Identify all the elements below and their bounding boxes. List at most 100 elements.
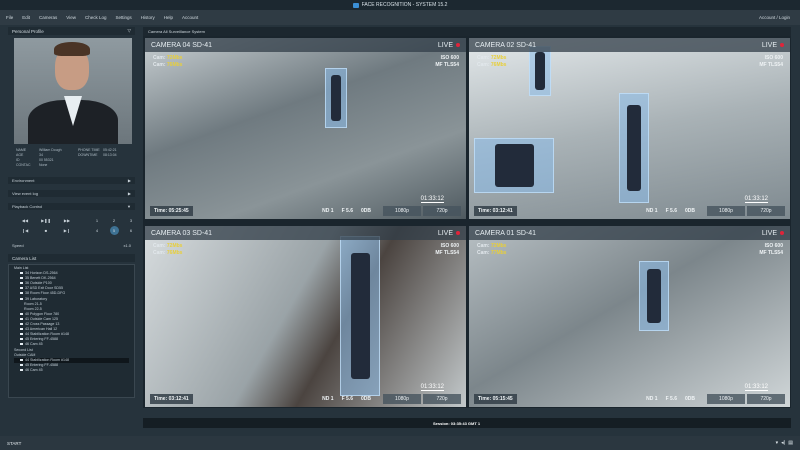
mf-value: MF TLS54 (435, 62, 459, 68)
resolution-720p-button[interactable]: 720p (423, 394, 461, 404)
profile-value: 34 (39, 153, 43, 157)
profile-label: NAME (16, 148, 27, 152)
mf-value: MF TLS54 (759, 62, 783, 68)
network-icon: ▾ (775, 440, 779, 446)
camera-icon (20, 338, 23, 341)
stop-button[interactable]: ■ (45, 228, 47, 233)
menu-item-view[interactable]: View (66, 15, 76, 20)
playback-control-panel[interactable]: Playback Control ▼ (8, 203, 135, 210)
camera-list-label: 44 Stabilization Room #148 (25, 357, 69, 362)
camera-list-label: 35 Benett DK-2564 (25, 276, 56, 281)
rewind-button[interactable]: ◀◀ (22, 218, 28, 223)
profile-value: 05:42:21 (103, 148, 117, 152)
live-label: LIVE (437, 41, 453, 49)
fast-forward-button[interactable]: ▶▶ (64, 218, 70, 223)
camera-icon (20, 368, 23, 371)
camera-list-label: 41 Outside Cam 125 (25, 316, 58, 321)
resolution-1080p-button[interactable]: 1080p (383, 206, 421, 216)
speed-row[interactable]: Speed x1.0 (8, 237, 135, 254)
menu-item-history[interactable]: History (141, 15, 155, 20)
resolution-720p-button[interactable]: 720p (747, 394, 785, 404)
camera-list-label: 42 Cross Passage 13 (25, 322, 60, 327)
start-button[interactable]: START (7, 441, 21, 446)
skip-back-button[interactable]: ❙◀ (22, 228, 28, 233)
profile-label: CONTAC (16, 163, 31, 167)
cam-label: Cam: (477, 250, 490, 256)
gain-value: 0DB (360, 396, 371, 402)
mf-value: MF TLS54 (759, 250, 783, 256)
menu-item-edit[interactable]: Edit (22, 15, 30, 20)
profile-label: DOWNTIME (78, 153, 98, 157)
bitrate-value: 72Mbs (166, 55, 183, 61)
menu-item-cameras[interactable]: Cameras (39, 15, 57, 20)
key-4[interactable]: 4 (96, 228, 98, 233)
camera-grid: CAMERA 04 SD-41 LIVE Cam: 72Mbs Cam: 76Mbs… (143, 36, 791, 408)
lens-info: ISO 600 MF TLS54 (435, 55, 459, 69)
camera-header: CAMERA 04 SD-41 LIVE (145, 38, 466, 52)
resolution-720p-button[interactable]: 720p (423, 206, 461, 216)
skip-forward-button[interactable]: ▶❙ (64, 228, 70, 233)
camera-icon (20, 358, 23, 361)
menu-bar: File Edit Cameras View Check Log Settings Hist… (0, 10, 800, 25)
camera-list[interactable]: Main List 34 Horizon DS-2564 35 Benett DK-… (8, 264, 135, 398)
account-login-link[interactable]: Account / Login (759, 15, 790, 20)
menu-item-check-log[interactable]: Check Log (85, 15, 107, 20)
resolution-1080p-button[interactable]: 1080p (707, 206, 745, 216)
timecode: 01:33:12 (744, 384, 768, 391)
camera-list-label: 46 Cam 45 (25, 367, 43, 372)
event-log-panel[interactable]: View event log ▶ (8, 190, 135, 197)
camera-list-label: Room 22-5 (24, 306, 42, 311)
cam-label: Cam: (153, 250, 166, 256)
menu-item-help[interactable]: Help (164, 15, 173, 20)
camera-feed[interactable]: CAMERA 04 SD-41 LIVE Cam: 72Mbs Cam: 76Mbs… (145, 38, 466, 219)
camera-footer: Time: 05:25:45 ND 1 F 5.6 0DB 1080p 720p (150, 206, 461, 216)
environment-panel[interactable]: Environment ▶ (8, 177, 135, 184)
menu-item-account[interactable]: Account (182, 15, 198, 20)
menu-item-file[interactable]: File (6, 15, 13, 20)
face-detection-box (474, 138, 554, 193)
cam-label: Cam: (153, 62, 166, 68)
key-2[interactable]: 2 (113, 218, 115, 223)
camera-name: CAMERA 01 SD-41 (475, 229, 537, 237)
play-pause-button[interactable]: ▶❚❚ (41, 218, 51, 223)
resolution-1080p-button[interactable]: 1080p (707, 394, 745, 404)
camera-icon (20, 312, 23, 315)
profile-value: None (39, 163, 48, 167)
personal-profile-header[interactable]: Personal Profile ▽ (8, 27, 135, 35)
key-3[interactable]: 3 (130, 218, 132, 223)
nd-value: ND 1 (646, 396, 658, 402)
resolution-1080p-button[interactable]: 1080p (383, 394, 421, 404)
camera-feed[interactable]: CAMERA 01 SD-41 LIVE Cam: 72Mbs Cam: 77Mbs… (469, 226, 790, 407)
face-detection-box (619, 93, 649, 203)
lens-info: ISO 600 MF TLS54 (759, 243, 783, 257)
key-5[interactable]: 5 (109, 226, 119, 235)
camera-feed[interactable]: CAMERA 03 SD-41 LIVE Cam: 72Mbs Cam: 76Mbs… (145, 226, 466, 407)
camera-list-label: Second List (14, 347, 33, 352)
key-6[interactable]: 6 (130, 228, 132, 233)
bitrate-value: 76Mbs (166, 250, 183, 256)
recording-dot-icon (456, 231, 460, 235)
notification-icon: ▤ (788, 440, 793, 446)
camera-list-item[interactable]: 46 Cam 45 (14, 368, 129, 373)
bitrate-info: Cam: 72Mbs Cam: 76Mbs (153, 55, 182, 69)
cam-label: Cam: (477, 62, 490, 68)
camera-list-label: Outside CAM (14, 352, 36, 357)
cam-label: Cam: (477, 55, 490, 61)
playback-controls: ◀◀▶❚❚▶▶ 123REC ❙◀■▶❙ 456NEW (8, 216, 153, 237)
key-1[interactable]: 1 (96, 218, 98, 223)
camera-footer: Time: 03:12:41 ND 1 F 5.6 0DB 1080p 720p (474, 206, 785, 216)
iso-value: ISO 600 (440, 55, 459, 61)
camera-name: CAMERA 03 SD-41 (151, 229, 213, 237)
camera-time: Time: 03:12:41 (150, 394, 193, 404)
mf-value: MF TLS54 (435, 250, 459, 256)
menu-item-settings[interactable]: Settings (116, 15, 132, 20)
status-bar: Session: 03:35:43 GMT 1 (143, 418, 791, 428)
recording-dot-icon (456, 43, 460, 47)
bitrate-value: 77Mbs (490, 250, 507, 256)
aperture-value: F 5.6 (665, 208, 677, 214)
camera-list-label: 43 American Hall 12 (25, 327, 58, 332)
resolution-720p-button[interactable]: 720p (747, 206, 785, 216)
camera-list-header: Camera List (8, 254, 135, 262)
camera-feed[interactable]: CAMERA 02 SD-41 LIVE Cam: 72Mbs Cam: 76Mbs… (469, 38, 790, 219)
gain-value: 0DB (360, 208, 371, 214)
